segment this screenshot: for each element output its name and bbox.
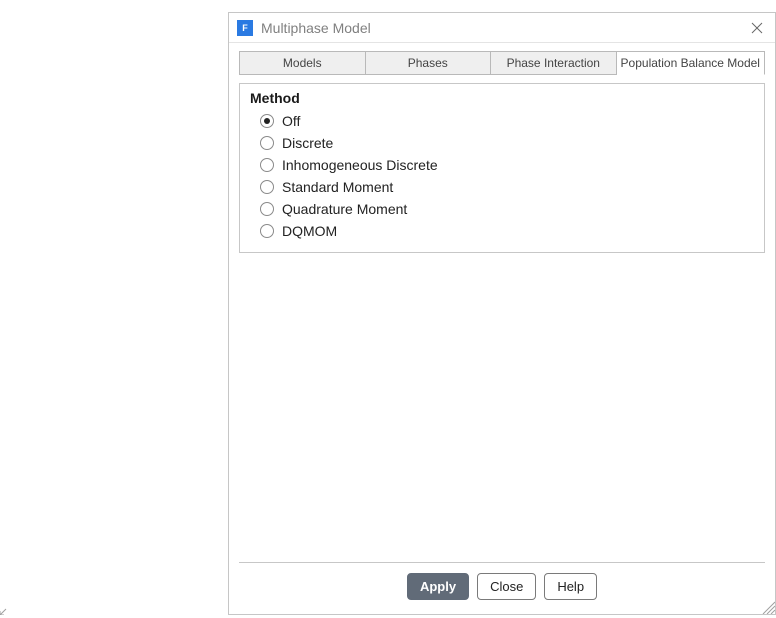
- tab-models[interactable]: Models: [239, 51, 366, 75]
- app-icon: F: [237, 20, 253, 36]
- radio-off[interactable]: Off: [250, 110, 754, 132]
- resize-grip-icon[interactable]: [759, 598, 775, 614]
- radio-label: DQMOM: [282, 223, 337, 239]
- radio-label: Quadrature Moment: [282, 201, 407, 217]
- multiphase-model-window: F Multiphase Model Models Phases Phase I…: [228, 12, 776, 615]
- radio-icon: [260, 224, 274, 238]
- tab-population-balance-model[interactable]: Population Balance Model: [617, 51, 765, 75]
- radio-discrete[interactable]: Discrete: [250, 132, 754, 154]
- footer: Apply Close Help: [239, 562, 765, 614]
- radio-icon: [260, 180, 274, 194]
- window-title: Multiphase Model: [261, 20, 745, 36]
- radio-label: Standard Moment: [282, 179, 393, 195]
- radio-label: Inhomogeneous Discrete: [282, 157, 438, 173]
- apply-button[interactable]: Apply: [407, 573, 469, 600]
- radio-quadrature-moment[interactable]: Quadrature Moment: [250, 198, 754, 220]
- radio-inhomogeneous-discrete[interactable]: Inhomogeneous Discrete: [250, 154, 754, 176]
- method-groupbox: Method Off Discrete Inhomogeneous Discre…: [239, 83, 765, 253]
- content-spacer: [229, 263, 775, 562]
- method-group-title: Method: [250, 90, 754, 106]
- radio-label: Discrete: [282, 135, 333, 151]
- tab-phase-interaction[interactable]: Phase Interaction: [491, 51, 617, 75]
- close-button[interactable]: Close: [477, 573, 536, 600]
- content-area: Method Off Discrete Inhomogeneous Discre…: [229, 75, 775, 263]
- close-icon[interactable]: [745, 16, 769, 40]
- tabstrip: Models Phases Phase Interaction Populati…: [229, 43, 775, 75]
- radio-label: Off: [282, 113, 300, 129]
- help-button[interactable]: Help: [544, 573, 597, 600]
- radio-dqmom[interactable]: DQMOM: [250, 220, 754, 242]
- radio-icon: [260, 158, 274, 172]
- titlebar: F Multiphase Model: [229, 13, 775, 43]
- tab-phases[interactable]: Phases: [366, 51, 492, 75]
- radio-icon: [260, 202, 274, 216]
- radio-icon: [260, 136, 274, 150]
- radio-icon: [260, 114, 274, 128]
- outer-resize-grip-icon: [0, 601, 14, 615]
- radio-standard-moment[interactable]: Standard Moment: [250, 176, 754, 198]
